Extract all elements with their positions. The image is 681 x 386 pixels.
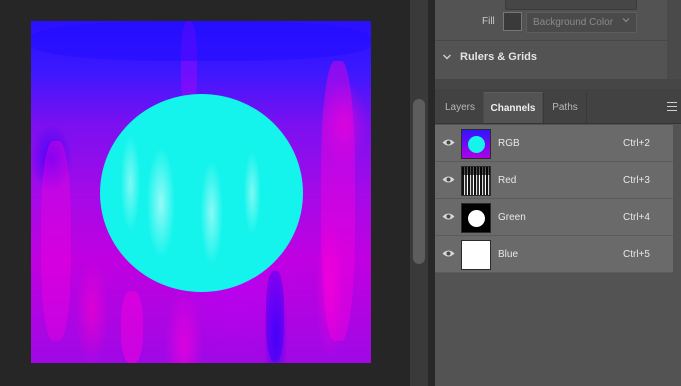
panel-tab-bar: Layers Channels Paths [435, 89, 681, 124]
channel-thumbnail-green [461, 203, 491, 233]
thumbnail-circle [468, 210, 485, 227]
channel-row-green[interactable]: Green Ctrl+4 [435, 199, 673, 236]
fill-color-swatch[interactable] [503, 12, 522, 31]
scrollbar-thumb[interactable] [413, 99, 425, 264]
eye-icon[interactable] [442, 212, 455, 221]
fill-dropdown[interactable]: Background Color [526, 12, 637, 33]
channel-shortcut: Ctrl+4 [623, 212, 650, 223]
channel-name: RGB [498, 138, 520, 149]
channel-name: Blue [498, 249, 519, 260]
eye-icon[interactable] [442, 138, 455, 147]
channel-shortcut: Ctrl+3 [623, 175, 650, 186]
channel-name: Red [498, 175, 517, 186]
channel-row-rgb[interactable]: RGB Ctrl+2 [435, 125, 673, 162]
texture-streak [41, 141, 71, 341]
right-panel: Fill Background Color Rulers & Grids Lay… [435, 0, 681, 386]
rulers-grids-title: Rulers & Grids [460, 51, 538, 63]
channel-row-red[interactable]: Red Ctrl+3 [435, 162, 673, 199]
thumbnail-circle [468, 136, 485, 153]
chevron-down-icon[interactable] [442, 52, 452, 62]
channel-shortcut: Ctrl+5 [623, 249, 650, 260]
eye-icon[interactable] [442, 249, 455, 258]
canvas-artwork[interactable] [31, 21, 371, 363]
tab-channels[interactable]: Channels [483, 92, 543, 123]
channel-name: Green [498, 212, 526, 223]
panel-divider[interactable] [428, 0, 435, 386]
cyan-circle-shape [100, 94, 303, 292]
tab-paths[interactable]: Paths [543, 92, 587, 123]
document-canvas-area[interactable] [0, 0, 410, 386]
properties-scrollbar[interactable] [667, 0, 681, 80]
texture-streak [121, 291, 143, 363]
texture-streak [266, 271, 284, 361]
texture-streak [31, 21, 371, 61]
channel-thumbnail-blue [461, 240, 491, 270]
chevron-down-icon [622, 18, 630, 23]
channel-row-blue[interactable]: Blue Ctrl+5 [435, 236, 673, 273]
channel-thumbnail-rgb [461, 129, 491, 159]
eye-icon[interactable] [442, 175, 455, 184]
channels-scrollbar[interactable] [673, 125, 681, 274]
fill-label: Fill [482, 16, 495, 27]
properties-panel: Fill Background Color Rulers & Grids [435, 0, 667, 80]
fill-dropdown-value: Background Color [533, 17, 614, 28]
rulers-grids-section-header[interactable]: Rulers & Grids [435, 41, 667, 73]
panel-menu-icon[interactable] [667, 102, 677, 111]
top-field[interactable] [505, 0, 637, 10]
channel-thumbnail-red [461, 166, 491, 196]
texture-streak [321, 61, 355, 341]
canvas-vertical-scrollbar[interactable] [410, 0, 428, 386]
tab-layers[interactable]: Layers [437, 92, 483, 123]
channels-empty-area [435, 274, 681, 386]
thumbnail-top-dark [462, 167, 490, 175]
channel-shortcut: Ctrl+2 [623, 138, 650, 149]
panel-gap [435, 79, 681, 89]
